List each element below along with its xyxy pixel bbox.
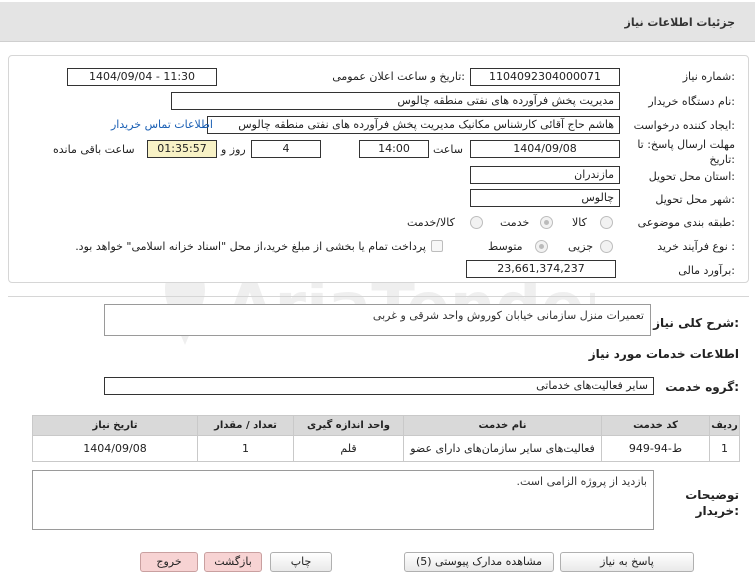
col-unit: واحد اندازه گیری — [293, 415, 404, 436]
announce-label: تاریخ و ساعت اعلان عمومی: — [332, 70, 465, 83]
deadline-label: مهلت ارسال پاسخ: تا — [637, 138, 735, 151]
services-table-header: ردیف کد خدمت نام خدمت واحد اندازه گیری ت… — [32, 415, 740, 436]
buyer-org-field: مدیریت پخش فرآورده های نفتی منطقه چالوس — [171, 92, 620, 110]
buyer-contact-link[interactable]: اطلاعات تماس خریدار — [111, 118, 213, 131]
requester-label: ایجاد کننده درخواست: — [633, 119, 735, 132]
cell-quantity: 1 — [197, 435, 294, 462]
process-minor-radio[interactable] — [600, 240, 613, 253]
province-label: استان محل تحویل: — [648, 170, 735, 183]
table-row: 1 ط-94-949 فعالیت‌های سایر سازمان‌های دا… — [32, 435, 740, 462]
city-field: چالوس — [470, 189, 620, 207]
deadline-time-label: ساعت — [433, 143, 463, 156]
print-button[interactable]: چاپ — [270, 552, 332, 572]
category-both-radio[interactable] — [470, 216, 483, 229]
remaining-time-field: 01:35:57 — [147, 140, 217, 158]
category-label: طبقه بندی موضوعی: — [637, 216, 735, 229]
treasury-payment-note: پرداخت تمام یا بخشی از مبلغ خرید،از محل … — [75, 240, 426, 253]
services-table: ردیف کد خدمت نام خدمت واحد اندازه گیری ت… — [32, 415, 740, 462]
need-number-field: 1104092304000071 — [470, 68, 620, 86]
days-label: روز و — [221, 143, 246, 156]
need-number-label: شماره نیاز: — [682, 70, 735, 83]
col-need-date: تاریخ نیاز — [32, 415, 198, 436]
description-label: شرح کلی نیاز: — [653, 316, 739, 330]
page-header: جزئیات اطلاعات نیاز — [0, 2, 755, 42]
process-medium-radio[interactable] — [535, 240, 548, 253]
description-textarea: تعمیرات منزل سازمانی خیابان کوروش واحد ش… — [104, 304, 651, 336]
province-field: مازندران — [470, 166, 620, 184]
deadline-time-field: 14:00 — [359, 140, 429, 158]
requester-field: هاشم حاج آقائی کارشناس مکانیک مدیریت پخش… — [207, 116, 620, 134]
buyer-notes-label-line1: توضیحات — [685, 488, 739, 502]
exit-button[interactable]: خروج — [140, 552, 198, 572]
page-title: جزئیات اطلاعات نیاز — [624, 16, 736, 29]
buyer-org-label: نام دستگاه خریدار: — [648, 95, 735, 108]
category-goods-radio[interactable] — [600, 216, 613, 229]
col-row-number: ردیف — [709, 415, 740, 436]
cell-service-code: ط-94-949 — [601, 435, 710, 462]
budget-field: 23,661,374,237 — [466, 260, 616, 278]
back-button[interactable]: بازگشت — [204, 552, 262, 572]
process-minor-label: جزیی — [568, 240, 594, 253]
reply-button[interactable]: پاسخ به نیاز — [560, 552, 694, 572]
section-divider — [8, 296, 749, 297]
service-group-field: سایر فعالیت‌های خدماتی — [104, 377, 654, 395]
cell-row-number: 1 — [709, 435, 740, 462]
buyer-notes-textarea: بازدید از پروژه الزامی است. — [32, 470, 654, 530]
deadline-label-date: تاریخ: — [709, 153, 735, 166]
city-label: شهر محل تحویل: — [655, 193, 735, 206]
announce-datetime-field: 1404/09/04 - 11:30 — [67, 68, 217, 86]
attachments-button[interactable]: مشاهده مدارک پیوستی (5) — [404, 552, 554, 572]
services-section-title: اطلاعات خدمات مورد نیاز — [588, 347, 739, 361]
days-remaining-field: 4 — [251, 140, 321, 158]
treasury-payment-checkbox[interactable] — [431, 240, 443, 252]
col-service-name: نام خدمت — [403, 415, 602, 436]
process-medium-label: متوسط — [488, 240, 523, 253]
category-both-label: کالا/خدمت — [407, 216, 455, 229]
process-label: نوع فرآیند خرید : — [657, 240, 735, 253]
remaining-time-label: ساعت باقی مانده — [53, 143, 135, 156]
category-service-radio[interactable] — [540, 216, 553, 229]
category-goods-label: کالا — [572, 216, 587, 229]
category-service-label: خدمت — [500, 216, 530, 229]
cell-need-date: 1404/09/08 — [32, 435, 198, 462]
cell-unit: قلم — [293, 435, 404, 462]
cell-service-name: فعالیت‌های سایر سازمان‌های دارای عضو — [403, 435, 602, 462]
col-quantity: تعداد / مقدار — [197, 415, 294, 436]
service-group-label: گروه خدمت: — [665, 380, 739, 394]
deadline-date-field: 1404/09/08 — [470, 140, 620, 158]
budget-label: برآورد مالی: — [678, 264, 735, 277]
buyer-notes-label-line2: خریدار: — [695, 504, 739, 518]
col-service-code: کد خدمت — [601, 415, 710, 436]
